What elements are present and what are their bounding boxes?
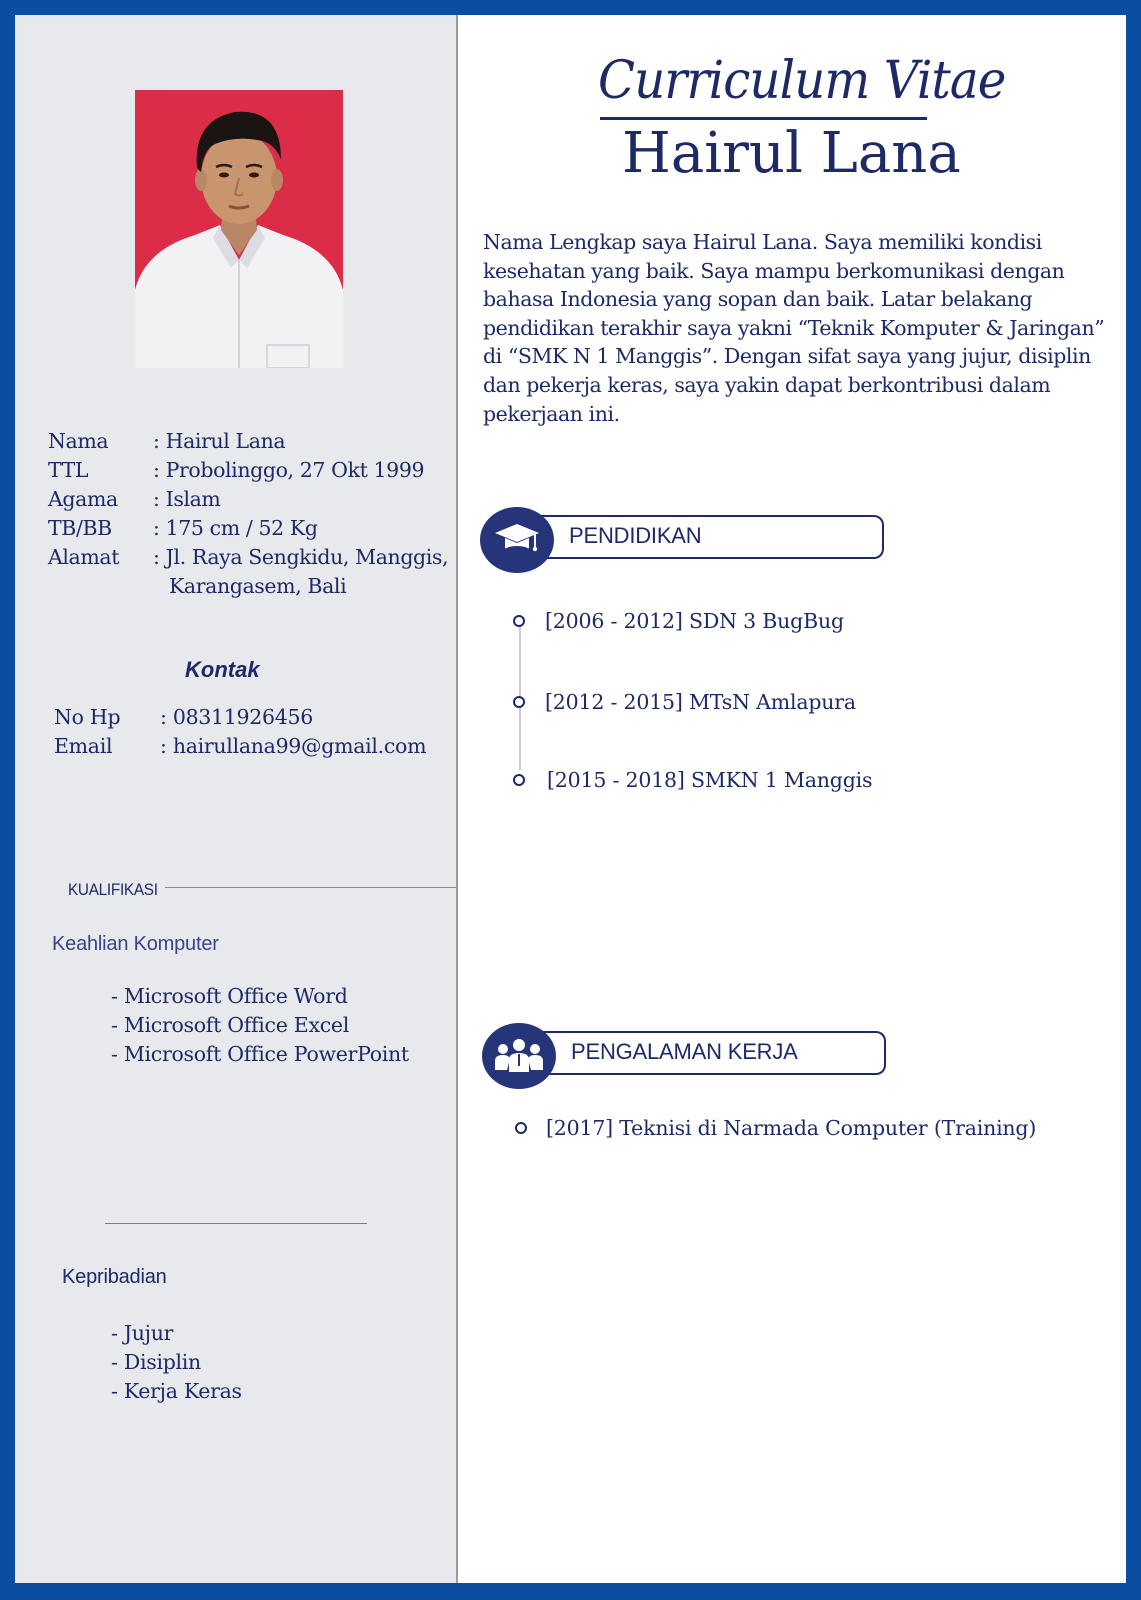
skill-item: - Microsoft Office Word <box>111 984 348 1008</box>
pendidikan-header: PENDIDIKAN <box>480 507 890 573</box>
contact-label: No Hp <box>54 705 121 729</box>
applicant-name: Hairul Lana <box>622 121 961 186</box>
info-row-alamat: Alamat : Jl. Raya Sengkidu, Manggis, Kar… <box>48 543 453 601</box>
timeline-dot <box>513 696 525 708</box>
pengalaman-title: PENGALAMAN KERJA <box>571 1039 798 1064</box>
info-value: : Islam <box>153 487 221 511</box>
pengalaman-header: PENGALAMAN KERJA <box>482 1023 892 1089</box>
address-line-2: Karangasem, Bali <box>169 574 347 598</box>
timeline-dot <box>515 1122 527 1134</box>
address-line-1: : Jl. Raya Sengkidu, Manggis, <box>153 545 449 569</box>
timeline-dot <box>513 615 525 627</box>
skill-item: - Microsoft Office Excel <box>111 1013 349 1037</box>
experience-text: [2017] Teknisi di Narmada Computer (Trai… <box>546 1116 1037 1140</box>
contact-label: Email <box>54 734 113 758</box>
personal-info: Nama : Hairul Lana TTL : Probolinggo, 27… <box>48 427 453 601</box>
traits-list: - Jujur - Disiplin - Kerja Keras <box>111 1319 242 1406</box>
summary-paragraph: Nama Lengkap saya Hairul Lana. Saya memi… <box>483 230 1105 426</box>
profile-photo <box>135 90 343 368</box>
info-row-tbbb: TB/BB : 175 cm / 52 Kg <box>48 514 453 543</box>
graduation-cap-icon <box>480 507 554 573</box>
right-panel: Curriculum Vitae Hairul Lana Nama Lengka… <box>458 15 1126 1583</box>
trait-item: - Kerja Keras <box>111 1379 242 1403</box>
pendidikan-title: PENDIDIKAN <box>569 523 702 548</box>
info-row-nama: Nama : Hairul Lana <box>48 427 453 456</box>
info-row-agama: Agama : Islam <box>48 485 453 514</box>
info-row-ttl: TTL : Probolinggo, 27 Okt 1999 <box>48 456 453 485</box>
phone-value: : 08311926456 <box>160 705 313 729</box>
timeline-line <box>519 615 521 770</box>
skills-list: - Microsoft Office Word - Microsoft Offi… <box>111 982 409 1069</box>
keahlian-heading: Keahlian Komputer <box>52 933 219 955</box>
kualifikasi-divider <box>165 887 456 888</box>
education-item: [2006 - 2012] SDN 3 BugBug <box>513 609 844 633</box>
kualifikasi-heading: KUALIFIKASI <box>68 880 158 899</box>
contact-info: No Hp : 08311926456 Email : hairullana99… <box>54 703 427 761</box>
education-text: [2006 - 2012] SDN 3 BugBug <box>545 609 844 633</box>
info-value: : Hairul Lana <box>153 429 286 453</box>
trait-item: - Disiplin <box>111 1350 201 1374</box>
education-text: [2012 - 2015] MTsN Amlapura <box>545 690 856 714</box>
trait-item: - Jujur <box>111 1321 174 1345</box>
contact-row-email: Email : hairullana99@gmail.com <box>54 732 427 761</box>
info-label: Agama <box>48 487 118 511</box>
kepribadian-heading: Kepribadian <box>62 1266 167 1288</box>
kontak-heading: Kontak <box>185 657 260 682</box>
left-panel: Nama : Hairul Lana TTL : Probolinggo, 27… <box>15 15 458 1583</box>
title-underline <box>600 117 927 120</box>
info-value: : 175 cm / 52 Kg <box>153 516 318 540</box>
info-label: TTL <box>48 458 89 482</box>
team-icon <box>482 1023 556 1089</box>
education-item: [2015 - 2018] SMKN 1 Manggis <box>513 768 873 792</box>
education-text: [2015 - 2018] SMKN 1 Manggis <box>547 768 873 792</box>
info-value: : Probolinggo, 27 Okt 1999 <box>153 458 425 482</box>
timeline-dot <box>513 774 525 786</box>
cv-title: Curriculum Vitae <box>598 51 1006 111</box>
email-value: : hairullana99@gmail.com <box>160 734 427 758</box>
info-label: TB/BB <box>48 516 112 540</box>
info-label: Nama <box>48 429 109 453</box>
contact-row-phone: No Hp : 08311926456 <box>54 703 426 732</box>
education-item: [2012 - 2015] MTsN Amlapura <box>513 690 856 714</box>
section-divider <box>105 1223 367 1224</box>
info-value-address: : Jl. Raya Sengkidu, Manggis, Karangasem… <box>153 543 453 601</box>
cv-page: Nama : Hairul Lana TTL : Probolinggo, 27… <box>0 0 1141 1600</box>
info-label: Alamat <box>48 545 120 569</box>
experience-item: [2017] Teknisi di Narmada Computer (Trai… <box>515 1116 1036 1140</box>
skill-item: - Microsoft Office PowerPoint <box>111 1042 409 1066</box>
